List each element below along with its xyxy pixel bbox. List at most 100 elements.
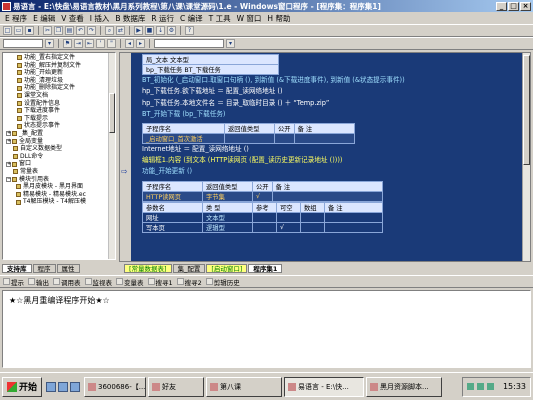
tree-item[interactable]: 功能_删除指定文件 [17, 84, 115, 92]
replace-icon[interactable]: ⇄ [116, 26, 125, 35]
param-ref-cell[interactable] [252, 221, 277, 233]
expand-icon[interactable]: + [6, 161, 11, 167]
tab-properties[interactable]: 属性 [56, 263, 80, 273]
code-line[interactable]: 功能_开始更新 () [142, 166, 530, 177]
comment-icon[interactable]: ' [96, 39, 105, 48]
tray-icon[interactable] [476, 383, 484, 390]
cut-icon[interactable]: ✂ [43, 26, 52, 35]
public-cell[interactable] [274, 132, 295, 144]
copy-icon[interactable]: ❐ [54, 26, 63, 35]
menu-window[interactable]: W 窗口 [234, 13, 265, 24]
tab-program[interactable]: 程序 [32, 263, 56, 273]
help-icon[interactable]: ? [185, 26, 194, 35]
tab-startup-window[interactable]: [启动窗口] [206, 263, 248, 273]
menu-compile[interactable]: C 编译 [177, 13, 206, 24]
menu-insert[interactable]: I 插入 [87, 13, 113, 24]
expand-icon[interactable]: + [6, 131, 11, 137]
param-array-cell[interactable] [300, 221, 325, 233]
return-type-cell[interactable]: 字节集 [202, 190, 253, 202]
tab-watch[interactable]: 监视表 [84, 277, 112, 287]
param-remark-cell[interactable] [324, 221, 383, 233]
code-line[interactable]: hp_下载任务.欲下载地址 ＝ 配置_读网络地址 () [142, 86, 530, 97]
editor-scrollbar[interactable] [522, 53, 530, 261]
save-icon[interactable]: ▪ [25, 26, 34, 35]
code-line[interactable]: hp_下载任务.本地文件名 ＝ 目录_取临时目录 () ＋ “Temp.zip” [142, 98, 530, 109]
compile-icon[interactable]: ⚙ [167, 26, 176, 35]
tree-item[interactable]: T4解压模块 - T4解压模 [6, 198, 115, 206]
subroutine-select[interactable] [154, 39, 224, 48]
start-button[interactable]: 开始 [2, 376, 43, 397]
step-icon[interactable]: ↓ [156, 26, 165, 35]
stop-icon[interactable]: ■ [145, 26, 154, 35]
find-icon[interactable]: ⌕ [105, 26, 114, 35]
param-nullable-cell[interactable] [276, 211, 301, 223]
tab-search-2[interactable]: 搜寻2 [176, 277, 202, 287]
tree-item[interactable]: 课堂文档 [17, 92, 115, 100]
remark-cell[interactable] [271, 190, 383, 202]
taskbar-button[interactable]: 3600686-【... [84, 376, 147, 397]
output-pane[interactable]: ★☆黑月重编译程序开始★☆ [2, 290, 531, 368]
param-type-cell[interactable]: 逻辑型 [202, 221, 253, 233]
code-line[interactable]: BT_初始化 (_启动窗口.取窗口句柄 (), 到新值 (&下载进度事件), 到… [142, 75, 530, 86]
desktop-icon[interactable] [58, 381, 69, 392]
open-folder-icon[interactable]: ▭ [14, 26, 23, 35]
indent-icon[interactable]: ⇥ [74, 39, 83, 48]
tray-icon[interactable] [486, 383, 494, 390]
subroutine-name-cell[interactable]: _启动窗口_首次激活 [142, 132, 225, 144]
bookmark-icon[interactable]: ⚑ [63, 39, 72, 48]
param-type-cell[interactable]: 文本型 [202, 211, 253, 223]
menu-run[interactable]: R 运行 [148, 13, 177, 24]
tab-call-stack[interactable]: 调用表 [53, 277, 81, 287]
return-type-cell[interactable] [224, 132, 275, 144]
code-area[interactable]: 局_文本 文本型 bp_下载任务 BT_下载任务 BT_初始化 (_启动窗口.取… [142, 53, 530, 261]
undo-icon[interactable]: ↶ [76, 26, 85, 35]
scroll-thumb[interactable] [109, 93, 115, 133]
menu-edit[interactable]: E 编辑 [30, 13, 58, 24]
menu-database[interactable]: B 数据库 [112, 13, 148, 24]
media-icon[interactable] [70, 381, 81, 392]
param-array-cell[interactable] [300, 211, 325, 223]
tree-item[interactable]: 状态提示事件 [17, 122, 115, 130]
new-file-icon[interactable]: □ [3, 26, 12, 35]
tree-item[interactable]: 功能_置右指定文件 [17, 54, 115, 62]
param-remark-cell[interactable] [324, 211, 383, 223]
menu-view[interactable]: V 查看 [58, 13, 87, 24]
tree-item[interactable]: − 模块引用表 [6, 176, 115, 184]
param-name-cell[interactable]: 网址 [142, 211, 203, 223]
tab-variables[interactable]: 变量表 [116, 277, 144, 287]
menu-help[interactable]: H 帮助 [264, 13, 293, 24]
tree-item[interactable]: + 全局变量 [6, 138, 115, 146]
var-name-cell[interactable]: bp_下载任务 BT_下载任务 [142, 64, 279, 75]
left-arrow-icon[interactable]: ◂ [125, 39, 134, 48]
subroutine-name-cell[interactable]: HTTP读网页 [142, 190, 203, 202]
tree-item[interactable]: 下载进度事件 [17, 107, 115, 115]
collapse-icon[interactable]: − [6, 176, 11, 182]
tree-scrollbar[interactable] [108, 53, 115, 259]
minimize-button[interactable]: _ [496, 1, 507, 11]
code-line[interactable]: Internet地址 ＝ 配置_读网络地址 () [142, 144, 530, 155]
run-icon[interactable]: ▶ [134, 26, 143, 35]
clock[interactable]: 15:33 [503, 382, 526, 391]
tab-support-library[interactable]: 支持库 [2, 263, 32, 273]
code-line[interactable]: BT_开始下载 (bp_下载任务) [142, 109, 530, 120]
code-editor[interactable]: ⇨ 局_文本 文本型 bp_下载任务 BT_下载任务 BT_初始化 (_启动窗口… [119, 52, 531, 262]
tree-item[interactable]: 功能_开始更新 [17, 69, 115, 77]
tree-item[interactable]: 自定义数据类型 [6, 145, 115, 153]
taskbar-button[interactable]: 黑月资源脚本... [366, 376, 443, 397]
uncomment-icon[interactable]: " [107, 39, 116, 48]
param-name-cell[interactable]: 写本页 [142, 221, 203, 233]
tree-item[interactable]: 黑月皮模块 - 黑月界面 [6, 183, 115, 191]
browser-icon[interactable] [46, 381, 57, 392]
tree-item[interactable]: 常量表 [6, 168, 115, 176]
code-line[interactable]: 编辑框1.内容 (到文本 (HTTP读网页 (配置_读历史更新记录地址 ()))… [142, 155, 530, 166]
menu-tools[interactable]: T 工具 [206, 13, 234, 24]
paste-icon[interactable]: ▤ [65, 26, 74, 35]
tab-output[interactable]: 输出 [28, 277, 49, 287]
right-arrow-icon[interactable]: ▸ [136, 39, 145, 48]
tree-item[interactable]: + _集_配置 [6, 130, 115, 138]
dropdown-icon[interactable]: ▾ [226, 39, 235, 48]
tab-hint[interactable]: 提示 [3, 277, 24, 287]
remark-cell[interactable] [293, 132, 355, 144]
param-ref-cell[interactable] [252, 211, 277, 223]
var-name-cell[interactable]: 局_文本 文本型 [142, 54, 279, 65]
